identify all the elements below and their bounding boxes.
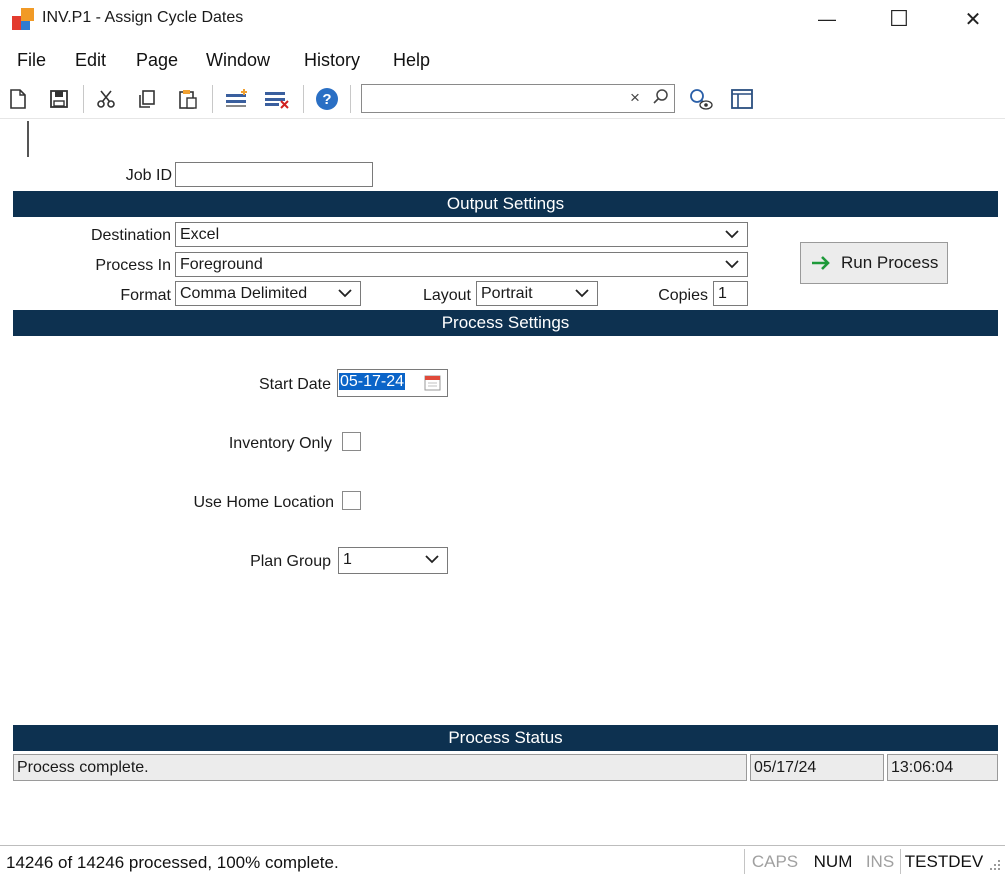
- app-logo-icon: [12, 8, 34, 30]
- format-select[interactable]: Comma Delimited: [175, 281, 361, 306]
- process-status-header: Process Status: [13, 725, 998, 751]
- copies-label: Copies: [658, 287, 708, 304]
- plan-group-value: 1: [343, 551, 352, 568]
- toolbar-separator: [303, 85, 304, 113]
- process-status-message: Process complete.: [13, 754, 747, 781]
- inventory-only-checkbox[interactable]: [342, 432, 361, 451]
- menu-bar: File Edit Page Window History Help: [0, 44, 1005, 76]
- delete-row-icon[interactable]: [264, 86, 290, 112]
- process-in-label: Process In: [95, 257, 171, 274]
- format-label: Format: [120, 287, 171, 304]
- job-id-label: Job ID: [125, 167, 172, 184]
- menu-history[interactable]: History: [304, 50, 360, 71]
- chevron-down-icon: [425, 548, 439, 571]
- minimize-icon: —: [818, 8, 836, 29]
- use-home-location-label: Use Home Location: [193, 494, 334, 511]
- resize-grip-icon[interactable]: [988, 858, 1002, 872]
- maximize-button[interactable]: ☐: [876, 0, 922, 38]
- layout-select[interactable]: Portrait: [476, 281, 598, 306]
- toolbar-separator: [212, 85, 213, 113]
- chevron-down-icon: [338, 282, 352, 305]
- run-process-button[interactable]: Run Process: [800, 242, 948, 284]
- help-icon[interactable]: ?: [314, 86, 340, 112]
- maximize-icon: ☐: [889, 6, 909, 31]
- title-bar: INV.P1 - Assign Cycle Dates — ☐ ✕: [0, 0, 1005, 38]
- start-date-field[interactable]: 05-17-24: [337, 369, 448, 397]
- search-icon[interactable]: [652, 88, 670, 111]
- process-status-date: 05/17/24: [750, 754, 884, 781]
- toolbar-separator: [83, 85, 84, 113]
- save-icon[interactable]: [46, 86, 72, 112]
- cut-icon[interactable]: [93, 86, 119, 112]
- process-in-select[interactable]: Foreground: [175, 252, 748, 277]
- menu-help[interactable]: Help: [393, 50, 430, 71]
- calendar-icon[interactable]: [424, 374, 441, 396]
- run-process-label: Run Process: [841, 253, 939, 272]
- toolbar-separator: [350, 85, 351, 113]
- search-box[interactable]: ×: [361, 84, 675, 113]
- start-date-label: Start Date: [258, 376, 331, 393]
- statusbar-separator: [744, 849, 745, 874]
- statusbar-separator: [900, 849, 901, 874]
- clear-search-icon[interactable]: ×: [630, 88, 640, 108]
- start-date-value: 05-17-24: [339, 373, 406, 390]
- find-view-icon[interactable]: [688, 86, 714, 112]
- close-icon: ✕: [964, 8, 982, 31]
- layout-label: Layout: [422, 287, 471, 304]
- destination-select[interactable]: Excel: [175, 222, 748, 247]
- process-settings-header: Process Settings: [13, 310, 998, 336]
- svg-text:?: ?: [322, 91, 331, 108]
- job-id-field[interactable]: [175, 162, 373, 187]
- use-home-location-checkbox[interactable]: [342, 491, 361, 510]
- output-settings-header: Output Settings: [13, 191, 998, 217]
- record-marker: [27, 121, 29, 157]
- inventory-only-label: Inventory Only: [228, 435, 332, 452]
- num-indicator: NUM: [813, 852, 853, 871]
- process-status-time: 13:06:04: [887, 754, 998, 781]
- chevron-down-icon: [725, 253, 739, 276]
- ins-indicator: INS: [865, 852, 895, 871]
- insert-row-icon[interactable]: [224, 86, 250, 112]
- statusbar-divider: [0, 845, 1005, 846]
- window-title: INV.P1 - Assign Cycle Dates: [42, 9, 244, 26]
- plan-group-select[interactable]: 1: [338, 547, 448, 574]
- environment-indicator: TESTDEV: [904, 852, 984, 871]
- new-document-icon[interactable]: [5, 86, 31, 112]
- layout-icon[interactable]: [729, 86, 755, 112]
- layout-value: Portrait: [481, 285, 533, 302]
- process-in-value: Foreground: [180, 256, 263, 273]
- toolbar-divider: [0, 118, 1005, 119]
- close-button[interactable]: ✕: [950, 0, 996, 38]
- menu-file[interactable]: File: [17, 50, 46, 71]
- minimize-button[interactable]: —: [804, 0, 850, 38]
- plan-group-label: Plan Group: [250, 553, 331, 570]
- format-value: Comma Delimited: [180, 285, 308, 302]
- menu-edit[interactable]: Edit: [75, 50, 106, 71]
- destination-value: Excel: [180, 226, 220, 243]
- menu-page[interactable]: Page: [136, 50, 178, 71]
- destination-label: Destination: [90, 227, 171, 244]
- search-input[interactable]: [366, 88, 628, 109]
- caps-indicator: CAPS: [751, 852, 799, 871]
- copy-icon[interactable]: [134, 86, 160, 112]
- chevron-down-icon: [575, 282, 589, 305]
- arrow-right-icon: [811, 255, 831, 271]
- menu-window[interactable]: Window: [206, 50, 270, 71]
- chevron-down-icon: [725, 223, 739, 246]
- paste-icon[interactable]: [175, 86, 201, 112]
- copies-field[interactable]: 1: [713, 281, 748, 306]
- statusbar-message: 14246 of 14246 processed, 100% complete.: [6, 853, 339, 872]
